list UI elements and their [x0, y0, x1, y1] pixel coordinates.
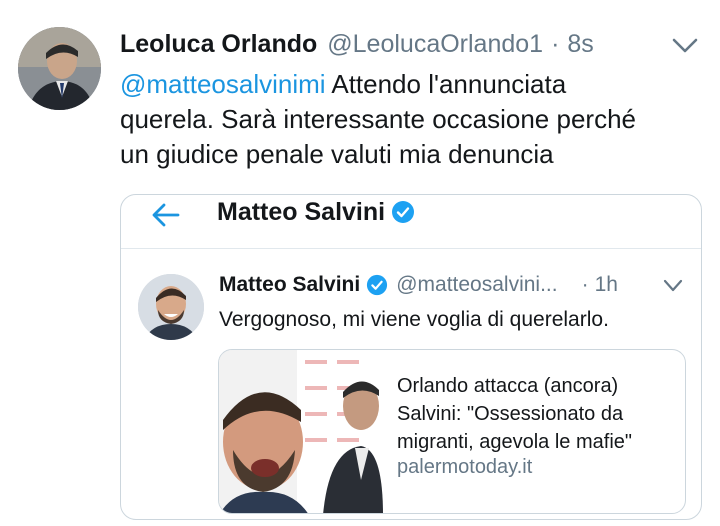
author-handle[interactable]: @LeolucaOrlando1: [327, 30, 543, 59]
chevron-down-icon[interactable]: [672, 38, 698, 54]
quoted-avatar[interactable]: [138, 274, 204, 340]
mention-link[interactable]: @matteosalvinimi: [120, 69, 326, 99]
embedded-screenshot[interactable]: Matteo Salvini Matteo Salvini @matteosal…: [120, 194, 702, 520]
quoted-author-handle[interactable]: @matteosalvini...: [396, 273, 557, 297]
tweet-text-line1: Attendo l'annunciata: [325, 69, 567, 99]
chevron-down-icon[interactable]: [663, 279, 683, 293]
link-card[interactable]: Orlando attacca (ancora) Salvini: "Osses…: [218, 349, 686, 514]
author-name[interactable]: Leoluca Orlando: [120, 30, 317, 59]
separator-dot: ·: [581, 273, 589, 296]
tweet-text-line3: un giudice penale valuti mia denuncia: [120, 139, 554, 169]
arrow-left-icon[interactable]: [151, 201, 181, 229]
link-card-domain: palermotoday.it: [397, 456, 533, 478]
link-card-title-line: Salvini: "Ossessionato da: [397, 403, 624, 425]
quoted-timestamp[interactable]: 1h: [595, 273, 618, 297]
separator-dot: ·: [551, 29, 560, 58]
tweet-text: @matteosalvinimi Attendo l'annunciata qu…: [120, 67, 690, 172]
verified-badge-icon: [392, 201, 415, 223]
tweet-text-line2: querela. Sarà interessante occasione per…: [120, 104, 636, 134]
tweet-header: Leoluca Orlando @LeolucaOrlando1 · 8s: [120, 27, 705, 61]
verified-badge-icon: [367, 274, 388, 296]
quoted-tweet-text: Vergognoso, mi viene voglia di querelarl…: [219, 308, 609, 331]
link-card-thumbnail: [219, 350, 383, 513]
link-card-title: Orlando attacca (ancora) Salvini: "Osses…: [397, 372, 677, 456]
profile-title: Matteo Salvini: [217, 195, 415, 229]
profile-topbar: Matteo Salvini: [121, 195, 701, 249]
author-avatar[interactable]: [18, 27, 101, 110]
profile-name: Matteo Salvini: [217, 197, 386, 226]
tweet-timestamp[interactable]: 8s: [567, 30, 593, 59]
quoted-header: Matteo Salvini @matteosalvini... · 1h: [219, 271, 689, 299]
link-card-title-line: Orlando attacca (ancora): [397, 375, 619, 397]
quoted-author-name[interactable]: Matteo Salvini: [219, 273, 360, 297]
link-card-title-line: migranti, agevola le mafie": [397, 431, 632, 453]
